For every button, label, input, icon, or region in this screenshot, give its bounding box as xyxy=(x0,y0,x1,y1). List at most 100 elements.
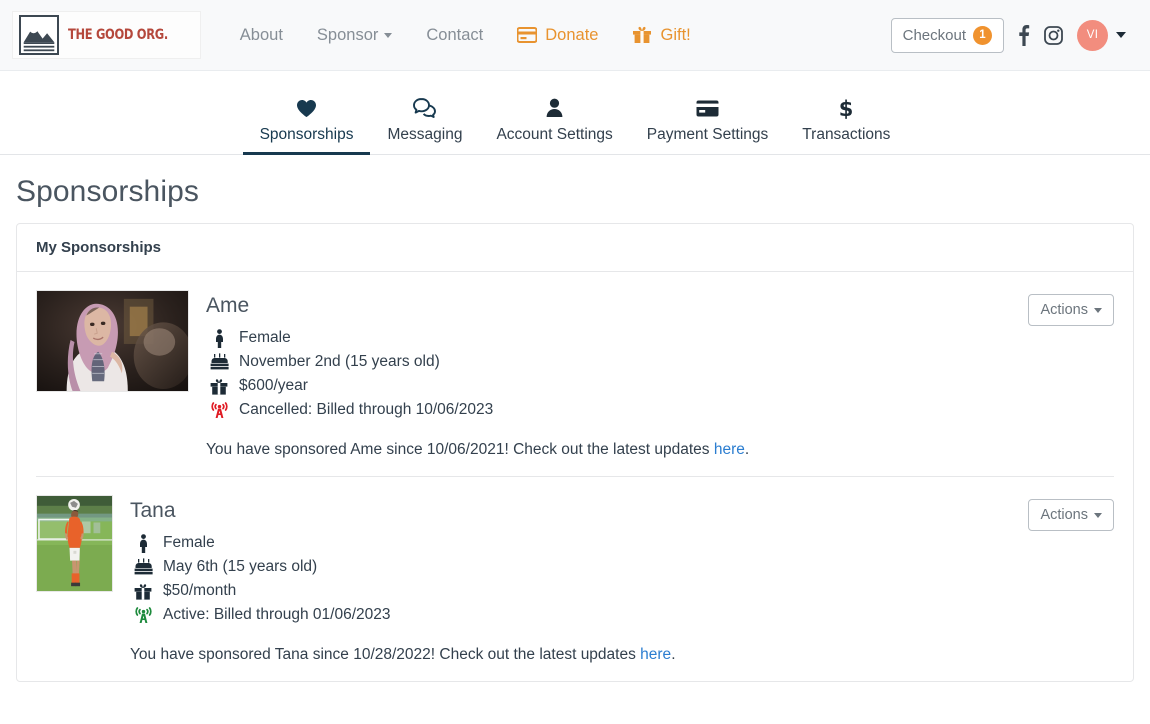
sponsorship-photo[interactable] xyxy=(36,495,113,592)
credit-card-icon xyxy=(517,27,538,43)
list-item: Tana Female May 6th (15 years old) $50/m… xyxy=(36,476,1114,681)
checkout-label: Checkout xyxy=(902,26,966,44)
brand-text: THE GOOD ORG. xyxy=(68,27,168,43)
fact-amount-text: $50/month xyxy=(163,582,237,599)
sponsorship-updates-link[interactable]: here xyxy=(640,646,671,663)
svg-text:$: $ xyxy=(839,97,853,119)
person-icon xyxy=(546,97,563,119)
sponsorship-note: You have sponsored Ame since 10/06/2021!… xyxy=(206,438,766,462)
sponsorship-actions: Actions xyxy=(1016,290,1114,326)
card-header: My Sponsorships xyxy=(17,224,1133,272)
nav-link-gift-label: Gift! xyxy=(660,25,691,44)
primary-nav: About Sponsor Contact Donate Gift! xyxy=(223,18,708,53)
broadcast-tower-icon xyxy=(132,606,154,624)
instagram-icon[interactable] xyxy=(1044,25,1063,45)
nav-link-donate[interactable]: Donate xyxy=(500,18,615,53)
tab-account-settings[interactable]: Account Settings xyxy=(479,97,629,154)
sponsorship-name: Ame xyxy=(206,294,250,317)
portrait-woman-pink-hijab-image xyxy=(37,291,188,391)
mountain-logo-icon xyxy=(19,15,59,55)
account-tabs: Sponsorships Messaging Account Settings xyxy=(242,97,908,155)
birthday-cake-icon xyxy=(132,558,154,576)
fact-amount: $50/month xyxy=(132,579,1016,603)
fact-amount-text: $600/year xyxy=(239,377,308,394)
fact-birthday-text: November 2nd (15 years old) xyxy=(239,353,440,370)
tab-transactions-label: Transactions xyxy=(802,126,891,143)
actions-button[interactable]: Actions xyxy=(1028,499,1114,531)
dollar-icon: $ xyxy=(839,97,853,119)
checkout-count-badge: 1 xyxy=(973,25,992,45)
fact-gender-text: Female xyxy=(239,329,291,346)
soccer-player-orange-jersey-image xyxy=(37,496,112,591)
tab-transactions[interactable]: $ Transactions xyxy=(785,97,907,154)
credit-card-icon xyxy=(696,97,719,119)
account-tabs-bar: Sponsorships Messaging Account Settings xyxy=(0,71,1150,155)
gift-icon xyxy=(132,583,154,600)
fact-gender: Female xyxy=(208,326,1016,350)
nav-link-sponsor[interactable]: Sponsor xyxy=(300,18,409,53)
gift-icon xyxy=(208,378,230,395)
sponsorships-card: My Sponsorships Ame Female November 2nd … xyxy=(16,223,1134,682)
tab-account-settings-label: Account Settings xyxy=(496,126,613,143)
top-navbar: THE GOOD ORG. About Sponsor Contact Dona… xyxy=(0,0,1150,71)
tab-sponsorships[interactable]: Sponsorships xyxy=(242,97,371,155)
brand-logo[interactable]: THE GOOD ORG. xyxy=(12,11,201,59)
sponsorship-note: You have sponsored Tana since 10/28/2022… xyxy=(130,643,690,667)
page-title: Sponsorships xyxy=(16,175,199,208)
sponsorship-facts: Female xyxy=(208,326,1016,422)
sponsorship-details: Tana Female May 6th (15 years old) $50/m… xyxy=(130,495,1016,667)
actions-button-label: Actions xyxy=(1040,507,1088,523)
sponsorship-updates-link[interactable]: here xyxy=(714,441,745,458)
nav-link-contact[interactable]: Contact xyxy=(409,18,500,53)
sponsorships-list: Ame Female November 2nd (15 years old) $… xyxy=(17,272,1133,681)
heart-icon xyxy=(296,97,317,119)
chat-icon xyxy=(413,97,437,119)
sponsorship-note-suffix: . xyxy=(744,441,750,458)
fact-status-text: Active: Billed through 01/06/2023 xyxy=(163,606,391,623)
sponsorship-actions: Actions xyxy=(1016,495,1114,531)
fact-gender: Female xyxy=(132,531,1016,555)
chevron-down-icon xyxy=(384,32,393,38)
page-content: Sponsorships My Sponsorships Ame Female … xyxy=(0,175,1150,682)
fact-birthday: November 2nd (15 years old) xyxy=(208,350,1016,374)
list-item: Ame Female November 2nd (15 years old) $… xyxy=(36,290,1114,476)
sponsorship-facts: Female xyxy=(132,531,1016,627)
gift-icon xyxy=(632,26,652,44)
fact-status: Active: Billed through 01/06/2023 xyxy=(132,603,1016,627)
fact-status-text: Cancelled: Billed through 10/06/2023 xyxy=(239,401,494,418)
tab-messaging[interactable]: Messaging xyxy=(370,97,479,154)
actions-button-label: Actions xyxy=(1040,302,1088,318)
birthday-cake-icon xyxy=(208,353,230,371)
nav-link-contact-label: Contact xyxy=(426,25,484,44)
navbar-right-controls: Checkout 1 VI xyxy=(890,17,1136,53)
fact-status: Cancelled: Billed through 10/06/2023 xyxy=(208,398,1016,422)
tab-messaging-label: Messaging xyxy=(387,126,463,143)
chevron-down-icon xyxy=(1094,512,1102,518)
nav-link-gift[interactable]: Gift! xyxy=(615,18,707,53)
account-menu-chevron-down-icon[interactable] xyxy=(1116,32,1126,38)
nav-link-donate-label: Donate xyxy=(545,25,599,44)
avatar[interactable]: VI xyxy=(1077,19,1108,51)
checkout-button[interactable]: Checkout 1 xyxy=(890,17,1004,53)
tab-sponsorships-label: Sponsorships xyxy=(259,126,354,143)
sponsorship-note-suffix: . xyxy=(671,646,676,663)
sponsorship-note-prefix: You have sponsored Ame since 10/06/2021!… xyxy=(206,441,714,458)
fact-gender-text: Female xyxy=(163,534,215,551)
tab-payment-settings[interactable]: Payment Settings xyxy=(630,97,785,154)
sponsorship-name: Tana xyxy=(130,499,176,522)
female-person-icon xyxy=(132,533,154,553)
sponsorship-photo[interactable] xyxy=(36,290,189,392)
facebook-icon[interactable] xyxy=(1018,24,1030,46)
nav-link-sponsor-label: Sponsor xyxy=(316,25,379,44)
avatar-initials: VI xyxy=(1086,29,1099,41)
sponsorship-details: Ame Female November 2nd (15 years old) $… xyxy=(206,290,1016,462)
sponsorship-note-prefix: You have sponsored Tana since 10/28/2022… xyxy=(130,646,641,663)
chevron-down-icon xyxy=(1094,307,1102,313)
nav-link-about-label: About xyxy=(239,25,283,44)
broadcast-tower-icon xyxy=(208,401,230,419)
fact-birthday: May 6th (15 years old) xyxy=(132,555,1016,579)
tab-payment-settings-label: Payment Settings xyxy=(646,126,769,143)
fact-amount: $600/year xyxy=(208,374,1016,398)
actions-button[interactable]: Actions xyxy=(1028,294,1114,326)
nav-link-about[interactable]: About xyxy=(223,18,300,53)
